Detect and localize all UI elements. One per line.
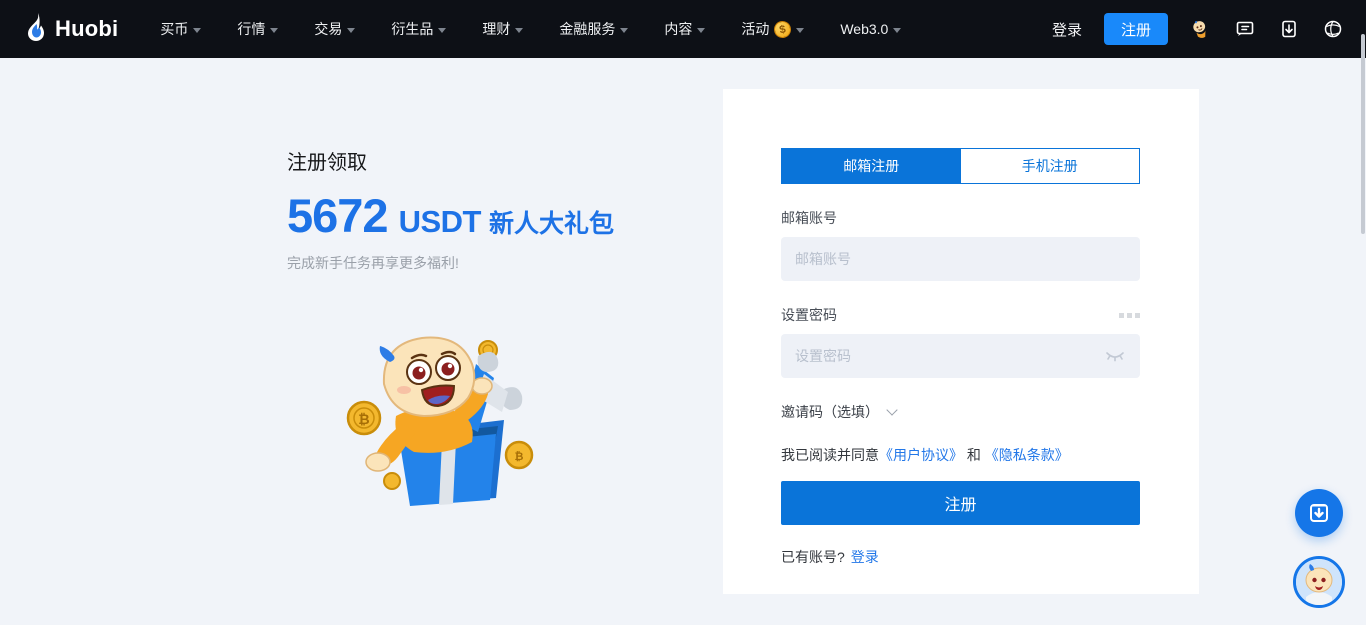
chevron-down-icon — [438, 28, 446, 33]
mascot-reward-icon[interactable] — [1190, 18, 1212, 40]
chevron-down-icon — [193, 28, 201, 33]
nav-login-link[interactable]: 登录 — [1052, 19, 1082, 40]
have-account-text: 已有账号? — [781, 549, 845, 565]
chevron-down-icon — [796, 28, 804, 33]
main-menu: 买币 行情 交易 衍生品 理财 金融服务 内容 活动 $ Web3.0 — [160, 19, 901, 39]
email-input[interactable] — [795, 251, 1126, 267]
chevron-down-icon — [620, 28, 628, 33]
password-strength-dots — [1119, 313, 1140, 318]
promo-title: 注册领取 — [287, 146, 614, 175]
chevron-down-icon — [697, 28, 705, 33]
navbar-right: 登录 注册 — [1052, 13, 1344, 45]
toggle-password-visibility-icon[interactable] — [1104, 347, 1126, 365]
nav-item-derivatives[interactable]: 衍生品 — [391, 19, 446, 39]
nav-item-finance[interactable]: 金融服务 — [559, 19, 628, 39]
chevron-down-icon — [886, 404, 897, 415]
privacy-terms-link[interactable]: 《隐私条款》 — [985, 447, 1069, 463]
email-label: 邮箱账号 — [781, 208, 837, 228]
nav-item-markets[interactable]: 行情 — [237, 19, 278, 39]
register-panel: 邮箱注册 手机注册 邮箱账号 设置密码 邀请码（选填 — [723, 89, 1199, 594]
chevron-down-icon — [893, 28, 901, 33]
promo-suffix: 新人大礼包 — [489, 204, 614, 240]
download-app-icon[interactable] — [1278, 18, 1300, 40]
promo-hero: 注册领取 5672 USDT 新人大礼包 完成新手任务再享更多福利! — [287, 146, 614, 273]
invite-code-toggle[interactable]: 邀请码（选填） — [781, 402, 896, 422]
promo-currency: USDT — [399, 204, 481, 240]
coin-right: ₿ — [506, 442, 532, 468]
promo-amount: 5672 — [287, 188, 388, 243]
huobi-flame-icon — [24, 13, 48, 46]
mascot-illustration: ₿ ₿ — [326, 320, 538, 508]
chevron-down-icon — [515, 28, 523, 33]
promo-subtitle: 完成新手任务再享更多福利! — [287, 253, 614, 273]
password-input[interactable] — [795, 348, 1104, 364]
svg-text:₿: ₿ — [515, 451, 524, 463]
top-navbar: Huobi 买币 行情 交易 衍生品 理财 金融服务 内容 活动 $ Web3.… — [0, 0, 1366, 58]
promo-headline: 5672 USDT 新人大礼包 — [287, 188, 614, 243]
login-prompt-row: 已有账号? 登录 — [781, 547, 1140, 567]
nav-item-trade[interactable]: 交易 — [314, 19, 355, 39]
nav-item-content[interactable]: 内容 — [664, 19, 705, 39]
nav-register-button[interactable]: 注册 — [1104, 13, 1168, 45]
chevron-down-icon — [347, 28, 355, 33]
svg-text:₿: ₿ — [358, 411, 369, 427]
register-submit-button[interactable]: 注册 — [781, 481, 1140, 525]
chevron-down-icon — [270, 28, 278, 33]
user-agreement-link[interactable]: 《用户协议》 — [879, 447, 963, 463]
coin-left: ₿ — [348, 402, 380, 434]
register-form: 邮箱注册 手机注册 邮箱账号 设置密码 邀请码（选填 — [781, 148, 1140, 567]
tab-email-register[interactable]: 邮箱注册 — [782, 149, 961, 183]
brand-name: Huobi — [55, 16, 118, 42]
invite-code-label: 邀请码（选填） — [781, 402, 879, 422]
password-field-box — [781, 334, 1140, 378]
nav-item-web3[interactable]: Web3.0 — [840, 21, 901, 37]
chat-support-icon[interactable] — [1234, 18, 1256, 40]
huobi-logo[interactable]: Huobi — [24, 13, 118, 46]
nav-item-earn[interactable]: 理财 — [482, 19, 523, 39]
goto-login-link[interactable]: 登录 — [851, 549, 879, 565]
agreement-text: 我已阅读并同意《用户协议》 和 《隐私条款》 — [781, 445, 1140, 465]
page-scrollbar[interactable] — [1361, 34, 1365, 234]
coin-bottom-left — [384, 473, 400, 489]
language-globe-icon[interactable] — [1322, 18, 1344, 40]
register-tabs: 邮箱注册 手机注册 — [781, 148, 1140, 184]
customer-service-avatar[interactable] — [1293, 556, 1345, 608]
password-label: 设置密码 — [781, 305, 837, 325]
gold-coin-icon: $ — [773, 19, 793, 39]
float-download-button[interactable] — [1295, 489, 1343, 537]
nav-item-buy-crypto[interactable]: 买币 — [160, 19, 201, 39]
email-field-box — [781, 237, 1140, 281]
tab-phone-register[interactable]: 手机注册 — [961, 149, 1140, 183]
nav-item-events[interactable]: 活动 $ — [741, 19, 804, 39]
